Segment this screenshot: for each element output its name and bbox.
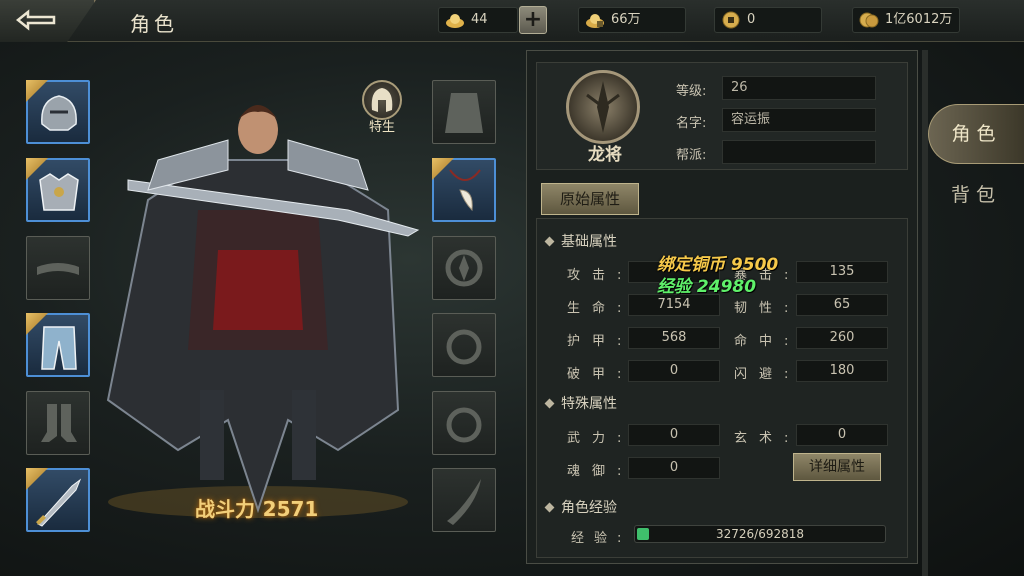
section-special-attributes: 特殊属性 [544, 393, 617, 413]
sword-icon [36, 478, 82, 527]
attr-value-armor: 568 [628, 327, 720, 349]
rank-emblem [566, 70, 640, 144]
character-model [106, 105, 420, 518]
helmet-icon [41, 95, 77, 131]
recharge-plus-button[interactable]: + [519, 6, 547, 34]
back-button[interactable] [0, 0, 96, 42]
fang-necklace-icon [449, 169, 481, 212]
bound-yuanbao-counter: 66万 [578, 7, 686, 33]
equip-slot-pants[interactable] [26, 313, 90, 377]
belt-icon [37, 263, 79, 275]
side-tab-strip [922, 50, 928, 576]
attr-label-attack: 攻击: [567, 268, 634, 283]
attr-label-arcane: 玄术: [734, 431, 801, 446]
guild-label: 帮派: [676, 148, 707, 163]
detail-attributes-button[interactable]: 详细属性 [793, 453, 881, 481]
rank-title: 龙将 [588, 145, 622, 165]
attr-label-armor: 护甲: [567, 334, 634, 349]
combat-power-label: 战斗力 [195, 497, 255, 521]
side-tab-character[interactable]: 角色 [928, 104, 1024, 164]
attr-value-hit: 260 [796, 327, 888, 349]
bound-copper-counter: 1亿6012万 [852, 7, 960, 33]
equip-slot-weapon[interactable] [26, 468, 90, 532]
attr-label-hp: 生命: [567, 301, 634, 316]
page-title: 角色 [130, 12, 178, 36]
name-label: 名字: [676, 116, 707, 131]
exp-label: 经验: [571, 531, 632, 546]
name-value: 容运振 [722, 108, 876, 132]
attr-value-force: 0 [628, 424, 720, 446]
top-bar: 角色 44 + 66万 0 1亿6012万 [0, 0, 1024, 42]
equip-slot-ring-2[interactable] [432, 391, 496, 455]
equip-slot-necklace[interactable] [432, 158, 496, 222]
attr-value-crit: 135 [796, 261, 888, 283]
level-value: 26 [722, 76, 876, 100]
combat-power-value: 2571 [262, 497, 319, 521]
attr-value-soul-defense: 0 [628, 457, 720, 479]
copper-coin-icon [722, 11, 740, 29]
ring-icon [446, 407, 482, 443]
attr-value-arcane: 0 [796, 424, 888, 446]
pants-icon [41, 326, 77, 370]
diamond-icon [544, 236, 555, 247]
exp-progress-fill [637, 528, 649, 540]
attr-value-pierce: 0 [628, 360, 720, 382]
floating-exp-reward: 经验 24980 [657, 277, 757, 297]
amulet-icon [445, 249, 483, 287]
equip-slot-fashion-weapon[interactable] [432, 468, 496, 532]
diamond-icon [544, 502, 555, 513]
attr-value-dodge: 180 [796, 360, 888, 382]
side-tab-bag[interactable]: 背包 [928, 166, 1024, 226]
attr-label-pierce: 破甲: [567, 367, 634, 382]
equip-slot-armor[interactable] [26, 158, 90, 222]
attr-value-hp: 7154 [628, 294, 720, 316]
attr-label-force: 武力: [567, 431, 634, 446]
yuanbao-counter: 44 [438, 7, 518, 33]
bound-yuanbao-icon [586, 14, 604, 28]
attr-label-hit: 命中: [734, 334, 801, 349]
yuanbao-icon [446, 14, 464, 28]
copper-coin-counter: 0 [714, 7, 822, 33]
exp-progress-text: 32726/692818 [715, 527, 805, 541]
bound-copper-icon [859, 12, 879, 28]
diamond-icon [544, 398, 555, 409]
equip-slot-helmet[interactable] [26, 80, 90, 144]
attr-label-toughness: 韧性: [734, 301, 801, 316]
equip-slot-ring-1[interactable] [432, 313, 496, 377]
equip-slot-amulet[interactable] [432, 236, 496, 300]
attr-label-soul-defense: 魂御: [567, 464, 634, 479]
section-character-exp: 角色经验 [544, 497, 617, 517]
combat-power: 战斗力 2571 [195, 493, 318, 522]
equip-slot-belt[interactable] [26, 236, 90, 300]
equip-slot-cloak[interactable] [432, 80, 496, 144]
attr-value-toughness: 65 [796, 294, 888, 316]
attr-label-dodge: 闪避: [734, 367, 801, 382]
tab-original-attributes[interactable]: 原始属性 [541, 183, 639, 215]
section-special-title: 特殊属性 [561, 396, 617, 412]
bound-yuanbao-value: 66万 [611, 12, 641, 27]
boots-icon [41, 404, 77, 442]
exp-progress-bar: 32726/692818 [634, 525, 886, 543]
section-basic-title: 基础属性 [561, 234, 617, 250]
equip-slot-boots[interactable] [26, 391, 90, 455]
section-basic-attributes: 基础属性 [544, 231, 617, 251]
section-exp-title: 角色经验 [561, 500, 617, 516]
rank-emblem-icon [586, 81, 620, 133]
ring-icon [446, 329, 482, 365]
cloak-icon [445, 93, 483, 133]
blade-icon [447, 479, 481, 525]
guild-value [722, 140, 876, 164]
back-arrow-icon [15, 9, 56, 31]
armor-icon [39, 173, 79, 211]
level-label: 等级: [676, 84, 707, 99]
copper-coin-value: 0 [747, 12, 756, 27]
bound-copper-value: 1亿6012万 [885, 12, 953, 27]
yuanbao-value: 44 [471, 12, 488, 27]
